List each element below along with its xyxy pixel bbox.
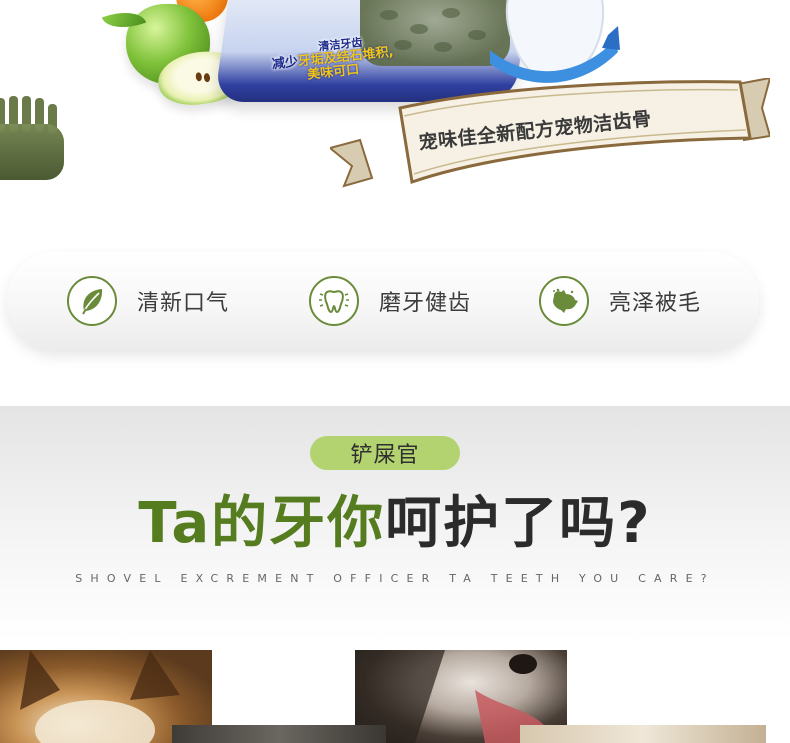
dog-icon (539, 276, 589, 326)
leaf-icon (67, 276, 117, 326)
dental-chew-stick-icon (0, 96, 64, 180)
headline-green: Ta的牙你 (138, 491, 386, 556)
tooth-icon (309, 276, 359, 326)
feature-label: 亮泽被毛 (609, 291, 702, 316)
feature-label: 磨牙健齿 (379, 291, 472, 316)
feature-bar: 清新口气 磨牙健齿 亮泽被毛 (7, 252, 759, 350)
headline-dark: 呵护了吗? (385, 491, 652, 556)
section-subline: SHOVEL EXCREMENT OFFICER TA TEETH YOU CA… (75, 572, 715, 585)
feature-teeth-grinding: 磨牙健齿 (309, 274, 471, 328)
hero-banner: 清洁牙齿 减少牙垢及结石堆积, 美味可口 宠味佳全新配方宠物洁齿骨 (0, 0, 790, 215)
section-tag: 铲屎官 (310, 436, 460, 470)
dog-photo-3 (172, 725, 386, 743)
feature-fresh-breath: 清新口气 (67, 274, 229, 328)
feature-label: 清新口气 (137, 291, 230, 316)
apple-seed (195, 71, 203, 82)
box-label-line1: 减少 (271, 54, 299, 73)
apple-seed (203, 72, 211, 83)
section-headline: Ta的牙你呵护了吗? (0, 492, 790, 556)
section-tag-label: 铲屎官 (350, 443, 420, 468)
dog-photo-4 (520, 725, 766, 743)
product-detail-page: 清洁牙齿 减少牙垢及结石堆积, 美味可口 宠味佳全新配方宠物洁齿骨 清新口气 磨… (0, 0, 790, 743)
feature-shiny-coat: 亮泽被毛 (539, 274, 701, 328)
